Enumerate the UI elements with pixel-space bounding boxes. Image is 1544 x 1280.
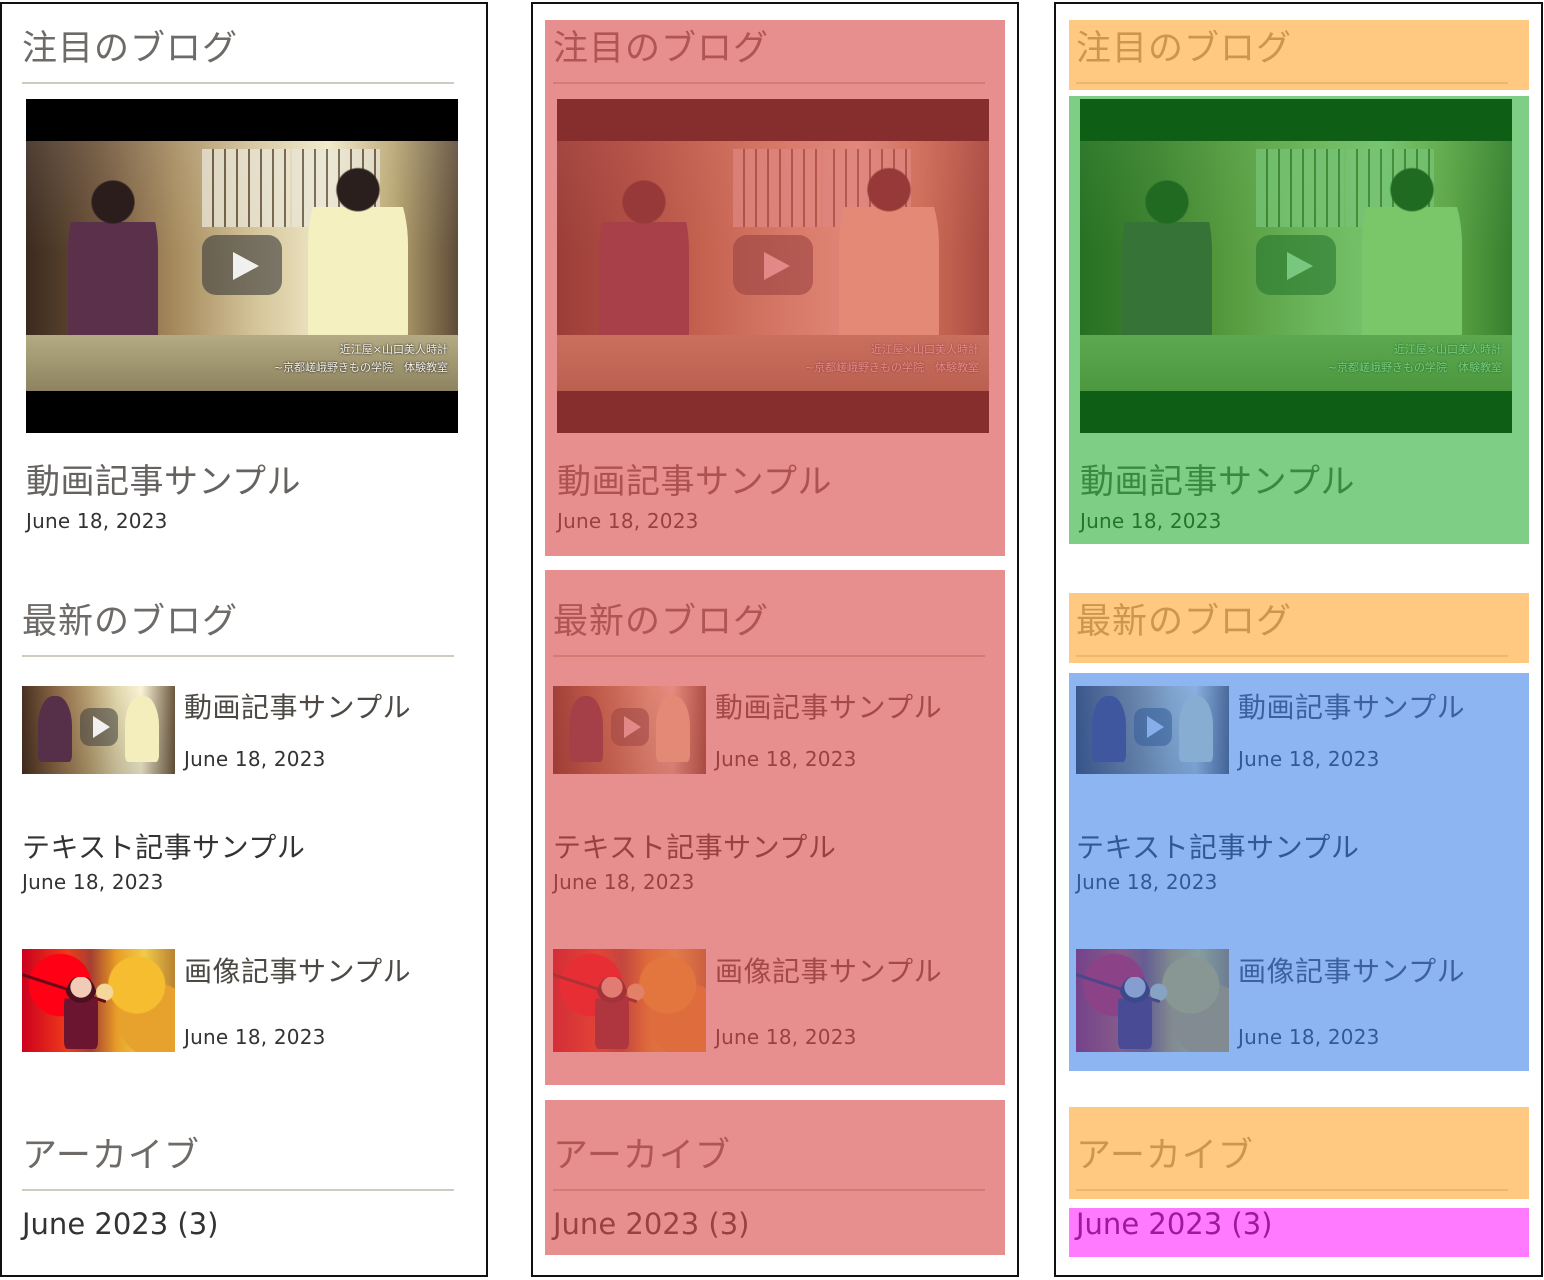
recent-post-date-video: June 18, 2023 — [1238, 747, 1380, 771]
person-with-umbrella — [595, 977, 629, 1049]
kimono-person-left — [1122, 175, 1212, 355]
video-caption-line-2: ~京都嵯峨野きもの学院 体験教室 — [273, 361, 448, 374]
video-caption: 近江屋×山口美人時計 ~京都嵯峨野きもの学院 体験教室 — [274, 341, 448, 377]
recent-post-date-video: June 18, 2023 — [184, 747, 326, 771]
sidebar-panel-widget-highlight: 注目のブログ 近江屋×山口美人時計 ~京都嵯峨野きもの学院 体験教室 動画記事サ… — [531, 2, 1019, 1277]
video-caption-line-1: 近江屋×山口美人時計 — [339, 343, 448, 356]
recent-video-thumbnail[interactable] — [22, 686, 175, 774]
recent-post-title-video[interactable]: 動画記事サンプル — [184, 686, 411, 726]
recent-blog-heading: 最新のブログ — [553, 577, 985, 657]
window-decoration — [202, 149, 290, 227]
featured-video-thumbnail[interactable]: 近江屋×山口美人時計 ~京都嵯峨野きもの学院 体験教室 — [557, 99, 989, 433]
featured-video-thumbnail[interactable]: 近江屋×山口美人時計 ~京都嵯峨野きもの学院 体験教室 — [1080, 99, 1512, 433]
video-caption-line-1: 近江屋×山口美人時計 — [1393, 343, 1502, 356]
recent-post-title-image[interactable]: 画像記事サンプル — [715, 950, 942, 990]
play-icon[interactable] — [733, 235, 813, 295]
recent-post-title-text[interactable]: テキスト記事サンプル — [22, 826, 305, 866]
featured-blog-heading: 注目のブログ — [1076, 4, 1508, 84]
video-caption-line-1: 近江屋×山口美人時計 — [870, 343, 979, 356]
kimono-person-left — [68, 175, 158, 355]
thumbnail-person-right — [656, 696, 690, 762]
featured-post-title[interactable]: 動画記事サンプル — [1080, 454, 1355, 503]
recent-post-title-image[interactable]: 画像記事サンプル — [184, 950, 411, 990]
archive-heading: アーカイブ — [22, 1111, 454, 1191]
recent-post-date-video: June 18, 2023 — [715, 747, 857, 771]
recent-post-title-text[interactable]: テキスト記事サンプル — [553, 826, 836, 866]
video-caption-line-2: ~京都嵯峨野きもの学院 体験教室 — [804, 361, 979, 374]
recent-post-title-video[interactable]: 動画記事サンプル — [715, 686, 942, 726]
featured-post-title[interactable]: 動画記事サンプル — [557, 454, 832, 503]
featured-post-date: June 18, 2023 — [557, 509, 699, 533]
sidebar-panel-plain: 注目のブログ 近江屋×山口美人時計 ~京都嵯峨野きもの学院 体験教室 動画記事サ… — [0, 2, 488, 1277]
mini-play-icon[interactable] — [80, 708, 118, 746]
recent-post-date-text: June 18, 2023 — [22, 870, 164, 894]
thumbnail-person-right — [1179, 696, 1213, 762]
archive-month-link[interactable]: June 2023 (3) — [22, 1207, 218, 1241]
recent-blog-heading: 最新のブログ — [22, 577, 454, 657]
featured-blog-heading: 注目のブログ — [553, 4, 985, 84]
featured-blog-heading: 注目のブログ — [22, 4, 454, 84]
kimono-person-left — [599, 175, 689, 355]
archive-heading: アーカイブ — [553, 1111, 985, 1191]
featured-post-date: June 18, 2023 — [26, 509, 168, 533]
archive-month-link[interactable]: June 2023 (3) — [553, 1207, 749, 1241]
featured-post-date: June 18, 2023 — [1080, 509, 1222, 533]
play-icon[interactable] — [1256, 235, 1336, 295]
thumbnail-person-left — [1092, 696, 1126, 762]
video-caption: 近江屋×山口美人時計 ~京都嵯峨野きもの学院 体験教室 — [1328, 341, 1502, 377]
archive-heading: アーカイブ — [1076, 1111, 1508, 1191]
recent-post-date-image: June 18, 2023 — [184, 1025, 326, 1049]
recent-post-date-image: June 18, 2023 — [1238, 1025, 1380, 1049]
recent-post-date-text: June 18, 2023 — [553, 870, 695, 894]
person-with-umbrella — [64, 977, 98, 1049]
recent-post-title-text[interactable]: テキスト記事サンプル — [1076, 826, 1359, 866]
window-decoration — [1256, 149, 1344, 227]
recent-video-thumbnail[interactable] — [1076, 686, 1229, 774]
recent-post-title-video[interactable]: 動画記事サンプル — [1238, 686, 1465, 726]
featured-video-thumbnail[interactable]: 近江屋×山口美人時計 ~京都嵯峨野きもの学院 体験教室 — [26, 99, 458, 433]
thumbnail-person-left — [38, 696, 72, 762]
person-with-umbrella — [1118, 977, 1152, 1049]
mini-play-icon[interactable] — [611, 708, 649, 746]
window-decoration — [733, 149, 821, 227]
kimono-person-right — [1362, 165, 1462, 355]
recent-image-thumbnail[interactable] — [22, 949, 175, 1052]
kimono-person-right — [839, 165, 939, 355]
kimono-person-right — [308, 165, 408, 355]
video-caption-line-2: ~京都嵯峨野きもの学院 体験教室 — [1327, 361, 1502, 374]
sidebar-panel-section-highlight: 注目のブログ 近江屋×山口美人時計 ~京都嵯峨野きもの学院 体験教室 動画記事サ… — [1054, 2, 1543, 1277]
recent-image-thumbnail[interactable] — [1076, 949, 1229, 1052]
mini-play-icon[interactable] — [1134, 708, 1172, 746]
thumbnail-person-right — [125, 696, 159, 762]
recent-image-thumbnail[interactable] — [553, 949, 706, 1052]
featured-post-title[interactable]: 動画記事サンプル — [26, 454, 301, 503]
play-icon[interactable] — [202, 235, 282, 295]
recent-video-thumbnail[interactable] — [553, 686, 706, 774]
recent-post-date-text: June 18, 2023 — [1076, 870, 1218, 894]
video-caption: 近江屋×山口美人時計 ~京都嵯峨野きもの学院 体験教室 — [805, 341, 979, 377]
recent-post-date-image: June 18, 2023 — [715, 1025, 857, 1049]
archive-month-link[interactable]: June 2023 (3) — [1076, 1207, 1272, 1241]
recent-blog-heading: 最新のブログ — [1076, 577, 1508, 657]
recent-post-title-image[interactable]: 画像記事サンプル — [1238, 950, 1465, 990]
thumbnail-person-left — [569, 696, 603, 762]
